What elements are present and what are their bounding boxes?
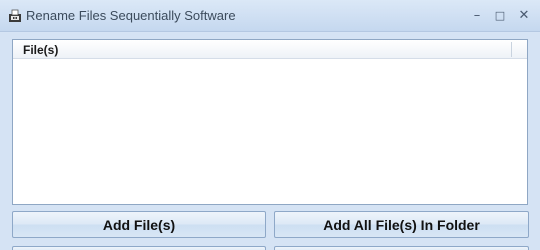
maximize-icon: □ — [494, 8, 506, 22]
file-list[interactable]: File(s) — [12, 39, 528, 205]
add-folder-button[interactable]: Add All File(s) In Folder — [274, 211, 529, 238]
add-files-button[interactable]: Add File(s) — [12, 211, 266, 238]
app-icon — [9, 9, 21, 22]
close-icon: ✕ — [518, 7, 530, 23]
close-button[interactable]: ✕ — [513, 6, 535, 24]
minimize-icon: – — [473, 7, 481, 23]
column-separator[interactable] — [511, 42, 512, 57]
maximize-button[interactable]: □ — [489, 6, 511, 24]
file-list-header: File(s) — [13, 40, 527, 59]
client-area: File(s) Add File(s) Add All File(s) In F… — [0, 33, 540, 250]
second-row-left-button[interactable] — [12, 246, 266, 250]
second-row-right-button[interactable] — [274, 246, 529, 250]
window-title: Rename Files Sequentially Software — [26, 8, 236, 23]
minimize-button[interactable]: – — [466, 6, 488, 24]
title-bar[interactable]: Rename Files Sequentially Software – □ ✕ — [0, 0, 540, 32]
column-header-files[interactable]: File(s) — [23, 43, 58, 57]
